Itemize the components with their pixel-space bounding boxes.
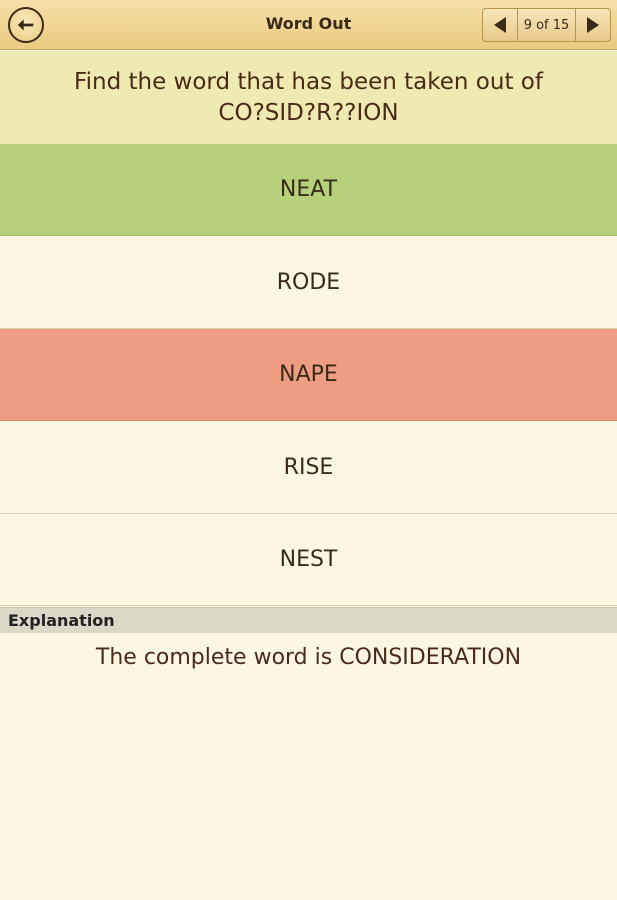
question-text: Find the word that has been taken out of xyxy=(74,68,543,95)
question-counter: 9 of 15 xyxy=(517,9,576,41)
top-bar: Word Out 9 of 15 xyxy=(0,0,617,50)
question-word: CO?SID?R??ION xyxy=(218,99,399,126)
explanation-header: Explanation xyxy=(0,607,617,633)
answer-option-wrong[interactable]: NAPE xyxy=(0,329,617,421)
answer-option[interactable]: NEST xyxy=(0,514,617,606)
answer-label: NAPE xyxy=(279,362,338,387)
question-panel: Find the word that has been taken out of… xyxy=(0,51,617,144)
previous-button[interactable] xyxy=(483,9,517,41)
question-pager: 9 of 15 xyxy=(482,8,611,42)
answer-label: RISE xyxy=(283,455,334,480)
triangle-left-icon xyxy=(494,17,506,33)
answer-label: NEAT xyxy=(279,177,338,202)
triangle-right-icon xyxy=(587,17,599,33)
answer-label: RODE xyxy=(276,270,341,295)
answer-option[interactable]: RISE xyxy=(0,422,617,514)
explanation-text: The complete word is CONSIDERATION xyxy=(95,645,522,670)
answer-label: NEST xyxy=(279,547,338,572)
next-button[interactable] xyxy=(576,9,610,41)
answer-option[interactable]: RODE xyxy=(0,237,617,329)
answer-option-correct[interactable]: NEAT xyxy=(0,144,617,236)
